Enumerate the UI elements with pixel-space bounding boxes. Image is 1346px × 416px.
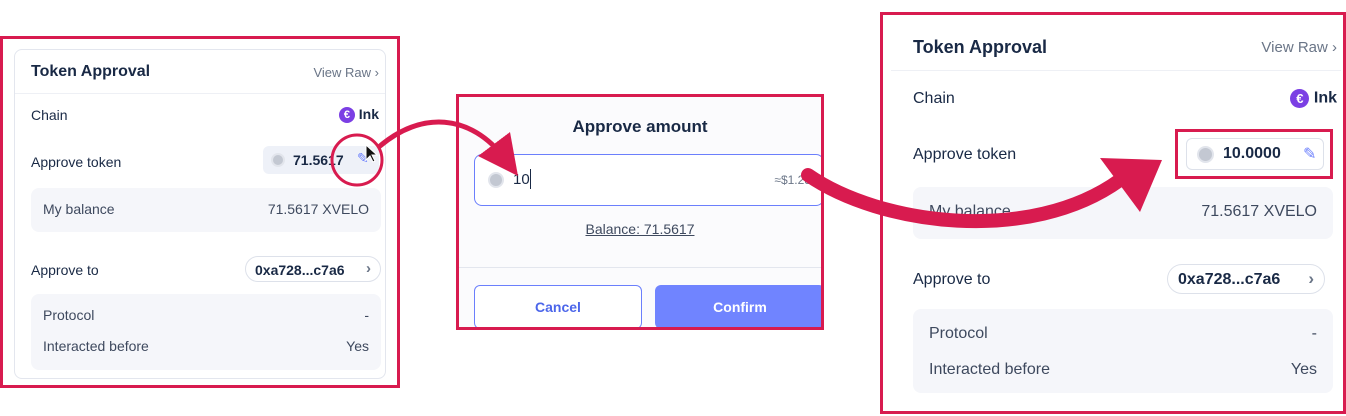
balance-link[interactable]: Balance: 71.5617 (459, 221, 821, 237)
protocol-info-box: Protocol - Interacted before Yes (31, 294, 381, 370)
interacted-before-label: Interacted before (929, 361, 1050, 378)
dialog-title: Approve amount (572, 117, 708, 136)
balance-box: My balance 71.5617 XVELO (31, 188, 381, 232)
balance-value: 71.5617 XVELO (267, 201, 369, 217)
token-coin-icon (1197, 146, 1214, 163)
chevron-right-icon: › (374, 65, 379, 80)
approve-token-amount: 71.5617 (293, 152, 344, 168)
ink-chain-icon: € (1290, 89, 1310, 108)
view-raw-link[interactable]: View Raw › (313, 65, 379, 80)
chevron-right-icon: › (366, 260, 371, 277)
amount-input-field[interactable]: 10 ≈$1.28 (474, 154, 821, 206)
usd-estimate: ≈$1.28 (774, 173, 811, 187)
text-cursor (530, 169, 531, 189)
chevron-right-icon: › (1308, 269, 1314, 288)
approve-to-label: Approve to (31, 262, 99, 278)
protocol-info-box: Protocol - Interacted before Yes (913, 309, 1333, 393)
card-header: Token Approval View Raw › (15, 50, 385, 94)
card-title: Token Approval (31, 63, 151, 80)
view-raw-link[interactable]: View Raw › (1261, 39, 1337, 56)
chain-value: € Ink (1290, 89, 1337, 108)
interacted-before-value: Yes (346, 338, 369, 354)
interacted-before-value: Yes (1290, 361, 1317, 378)
token-approval-card: Token Approval View Raw › Chain € Ink Ap… (891, 23, 1341, 409)
approve-token-highlight: 10.0000 ✎ (1175, 129, 1333, 179)
interacted-before-label: Interacted before (43, 338, 149, 354)
confirm-button[interactable]: Confirm (655, 285, 821, 327)
chain-label: Chain (913, 90, 955, 107)
approve-to-address-pill[interactable]: 0xa728...c7a6 › (245, 256, 381, 282)
card-header: Token Approval View Raw › (891, 23, 1341, 71)
approve-token-label: Approve token (31, 154, 122, 170)
protocol-value: - (1311, 325, 1317, 342)
edit-pencil-icon[interactable]: ✎ (357, 150, 369, 167)
dialog-footer: Cancel Confirm (459, 267, 821, 327)
chain-label: Chain (31, 107, 68, 123)
protocol-label: Protocol (929, 325, 988, 342)
chain-value: € Ink (338, 106, 379, 124)
balance-box: My balance 71.5617 XVELO (913, 187, 1333, 239)
token-approval-card: Token Approval View Raw › Chain € Ink Ap… (14, 49, 386, 379)
token-coin-icon (271, 153, 285, 167)
approve-to-label: Approve to (913, 271, 991, 288)
approve-token-chip[interactable]: 71.5617 ✎ (263, 146, 379, 174)
ink-chain-icon: € (338, 107, 355, 124)
approve-to-address: 0xa728...c7a6 (1178, 271, 1281, 288)
approve-token-chip[interactable]: 10.0000 ✎ (1186, 138, 1324, 170)
token-coin-icon (488, 172, 504, 188)
edit-pencil-icon[interactable]: ✎ (1303, 144, 1316, 164)
chevron-right-icon: › (1332, 39, 1337, 56)
balance-label: My balance (43, 201, 115, 217)
approve-token-label: Approve token (913, 146, 1017, 163)
amount-input-value[interactable]: 10 (513, 171, 530, 188)
protocol-value: - (364, 307, 369, 323)
approve-token-amount: 10.0000 (1223, 145, 1281, 162)
balance-value: 71.5617 XVELO (1201, 203, 1317, 220)
right-screenshot-frame: Token Approval View Raw › Chain € Ink Ap… (880, 12, 1346, 414)
approve-to-address: 0xa728...c7a6 (255, 262, 345, 278)
protocol-label: Protocol (43, 307, 95, 323)
card-title: Token Approval (913, 37, 1048, 57)
cancel-button[interactable]: Cancel (474, 285, 642, 327)
left-screenshot-frame: Token Approval View Raw › Chain € Ink Ap… (0, 36, 400, 388)
balance-label: My balance (929, 203, 1011, 220)
approve-to-address-pill[interactable]: 0xa728...c7a6 › (1167, 264, 1325, 294)
approve-amount-dialog: Approve amount 10 ≈$1.28 Balance: 71.561… (456, 94, 824, 330)
